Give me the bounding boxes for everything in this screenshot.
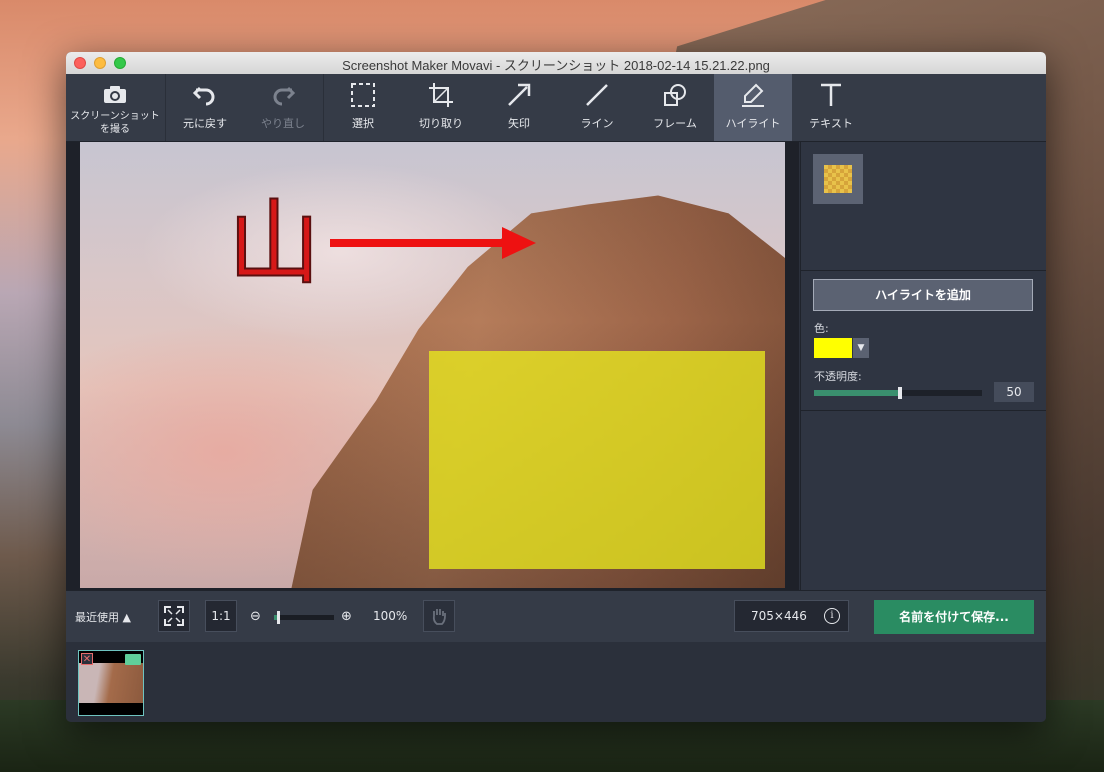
actual-size-button[interactable]: 1:1	[205, 600, 237, 632]
opacity-value[interactable]: 50	[994, 382, 1034, 402]
crop-tool-label: 切り取り	[419, 117, 463, 130]
redo-icon	[270, 82, 296, 111]
select-tool-button[interactable]: 選択	[324, 74, 402, 141]
bottom-bar: 最近使用 ▲ 1:1 ⊖ ⊕ 100% 705×446 i 名前を付けて保存..…	[66, 590, 1046, 643]
crop-icon	[428, 82, 454, 111]
line-tool-label: ライン	[580, 117, 614, 130]
recent-menu-button[interactable]: 最近使用 ▲	[75, 609, 131, 625]
arrow-tool-button[interactable]: 矢印	[480, 74, 558, 141]
frame-icon	[662, 82, 688, 111]
highlight-tool-label: ハイライト	[725, 117, 781, 130]
color-picker-swatch[interactable]	[814, 338, 852, 358]
save-as-button[interactable]: 名前を付けて保存...	[874, 600, 1034, 634]
image-size-display: 705×446 i	[734, 600, 849, 632]
opacity-slider[interactable]	[814, 387, 982, 399]
select-tool-label: 選択	[352, 117, 374, 130]
text-icon	[818, 82, 844, 111]
undo-icon	[192, 82, 218, 111]
highlight-annotation[interactable]	[429, 351, 765, 569]
pan-tool-button[interactable]	[423, 600, 455, 632]
add-highlight-button[interactable]: ハイライトを追加	[813, 279, 1033, 311]
color-dropdown-button[interactable]: ▼	[853, 338, 869, 358]
redo-label: やり直し	[261, 117, 305, 130]
zoom-slider[interactable]	[274, 611, 334, 624]
hand-icon	[431, 609, 447, 628]
chevron-down-icon: ▼	[857, 343, 865, 353]
undo-button[interactable]: 元に戻す	[166, 74, 244, 141]
arrow-icon	[506, 82, 532, 111]
image-size-text: 705×446	[751, 609, 807, 623]
window-title: Screenshot Maker Movavi - スクリーンショット 2018…	[342, 58, 770, 73]
highlight-preset-swatch	[824, 165, 852, 193]
folder-icon[interactable]	[125, 654, 141, 665]
highlight-icon	[740, 82, 766, 111]
opacity-label: 不透明度:	[814, 370, 862, 383]
zoom-slider-thumb[interactable]	[277, 611, 280, 624]
canvas-area[interactable]: 山	[66, 142, 799, 590]
thumbnail-image	[79, 663, 143, 703]
app-window: Screenshot Maker Movavi - スクリーンショット 2018…	[66, 52, 1046, 722]
text-tool-label: テキスト	[809, 117, 853, 130]
opacity-slider-fill	[814, 390, 898, 396]
thumbnail-strip: ✕	[66, 642, 1046, 722]
undo-label: 元に戻す	[183, 117, 227, 130]
frame-tool-button[interactable]: フレーム	[636, 74, 714, 141]
highlight-preset[interactable]	[813, 154, 863, 204]
zoom-in-icon[interactable]: ⊕	[341, 609, 352, 624]
redo-button[interactable]: やり直し	[244, 74, 322, 141]
color-label: 色:	[814, 322, 829, 335]
info-icon[interactable]: i	[824, 608, 840, 624]
panel-divider	[801, 410, 1046, 411]
fit-to-window-button[interactable]	[158, 600, 190, 632]
title-bar: Screenshot Maker Movavi - スクリーンショット 2018…	[66, 52, 1046, 75]
line-icon	[584, 82, 610, 111]
zoom-out-icon[interactable]: ⊖	[250, 609, 261, 624]
fullscreen-icon	[164, 606, 184, 629]
close-icon[interactable]: ✕	[81, 653, 93, 665]
screenshot-image[interactable]: 山	[80, 142, 785, 588]
arrow-tool-label: 矢印	[508, 117, 530, 130]
take-screenshot-label-1: スクリーンショット	[70, 111, 160, 122]
panel-divider	[801, 270, 1046, 271]
text-annotation[interactable]: 山	[227, 193, 321, 295]
arrow-annotation[interactable]	[328, 222, 538, 266]
highlight-tool-button[interactable]: ハイライト	[714, 74, 792, 141]
take-screenshot-label-2: を撮る	[100, 124, 130, 135]
crop-tool-button[interactable]: 切り取り	[402, 74, 480, 141]
select-icon	[350, 82, 376, 111]
line-tool-button[interactable]: ライン	[558, 74, 636, 141]
text-tool-button[interactable]: テキスト	[792, 74, 870, 141]
opacity-slider-thumb[interactable]	[898, 387, 902, 399]
take-screenshot-button[interactable]: スクリーンショット を撮る	[66, 74, 164, 141]
properties-panel: ハイライトを追加 色: ▼ 不透明度: 50	[800, 142, 1046, 590]
toolbar: スクリーンショット を撮る 元に戻す やり直し 選択 切り取り 矢印 ライン フ…	[66, 74, 1046, 142]
frame-tool-label: フレーム	[653, 117, 697, 130]
zoom-level: 100%	[373, 609, 408, 623]
screenshot-thumbnail[interactable]: ✕	[78, 650, 144, 716]
camera-icon	[102, 83, 128, 108]
